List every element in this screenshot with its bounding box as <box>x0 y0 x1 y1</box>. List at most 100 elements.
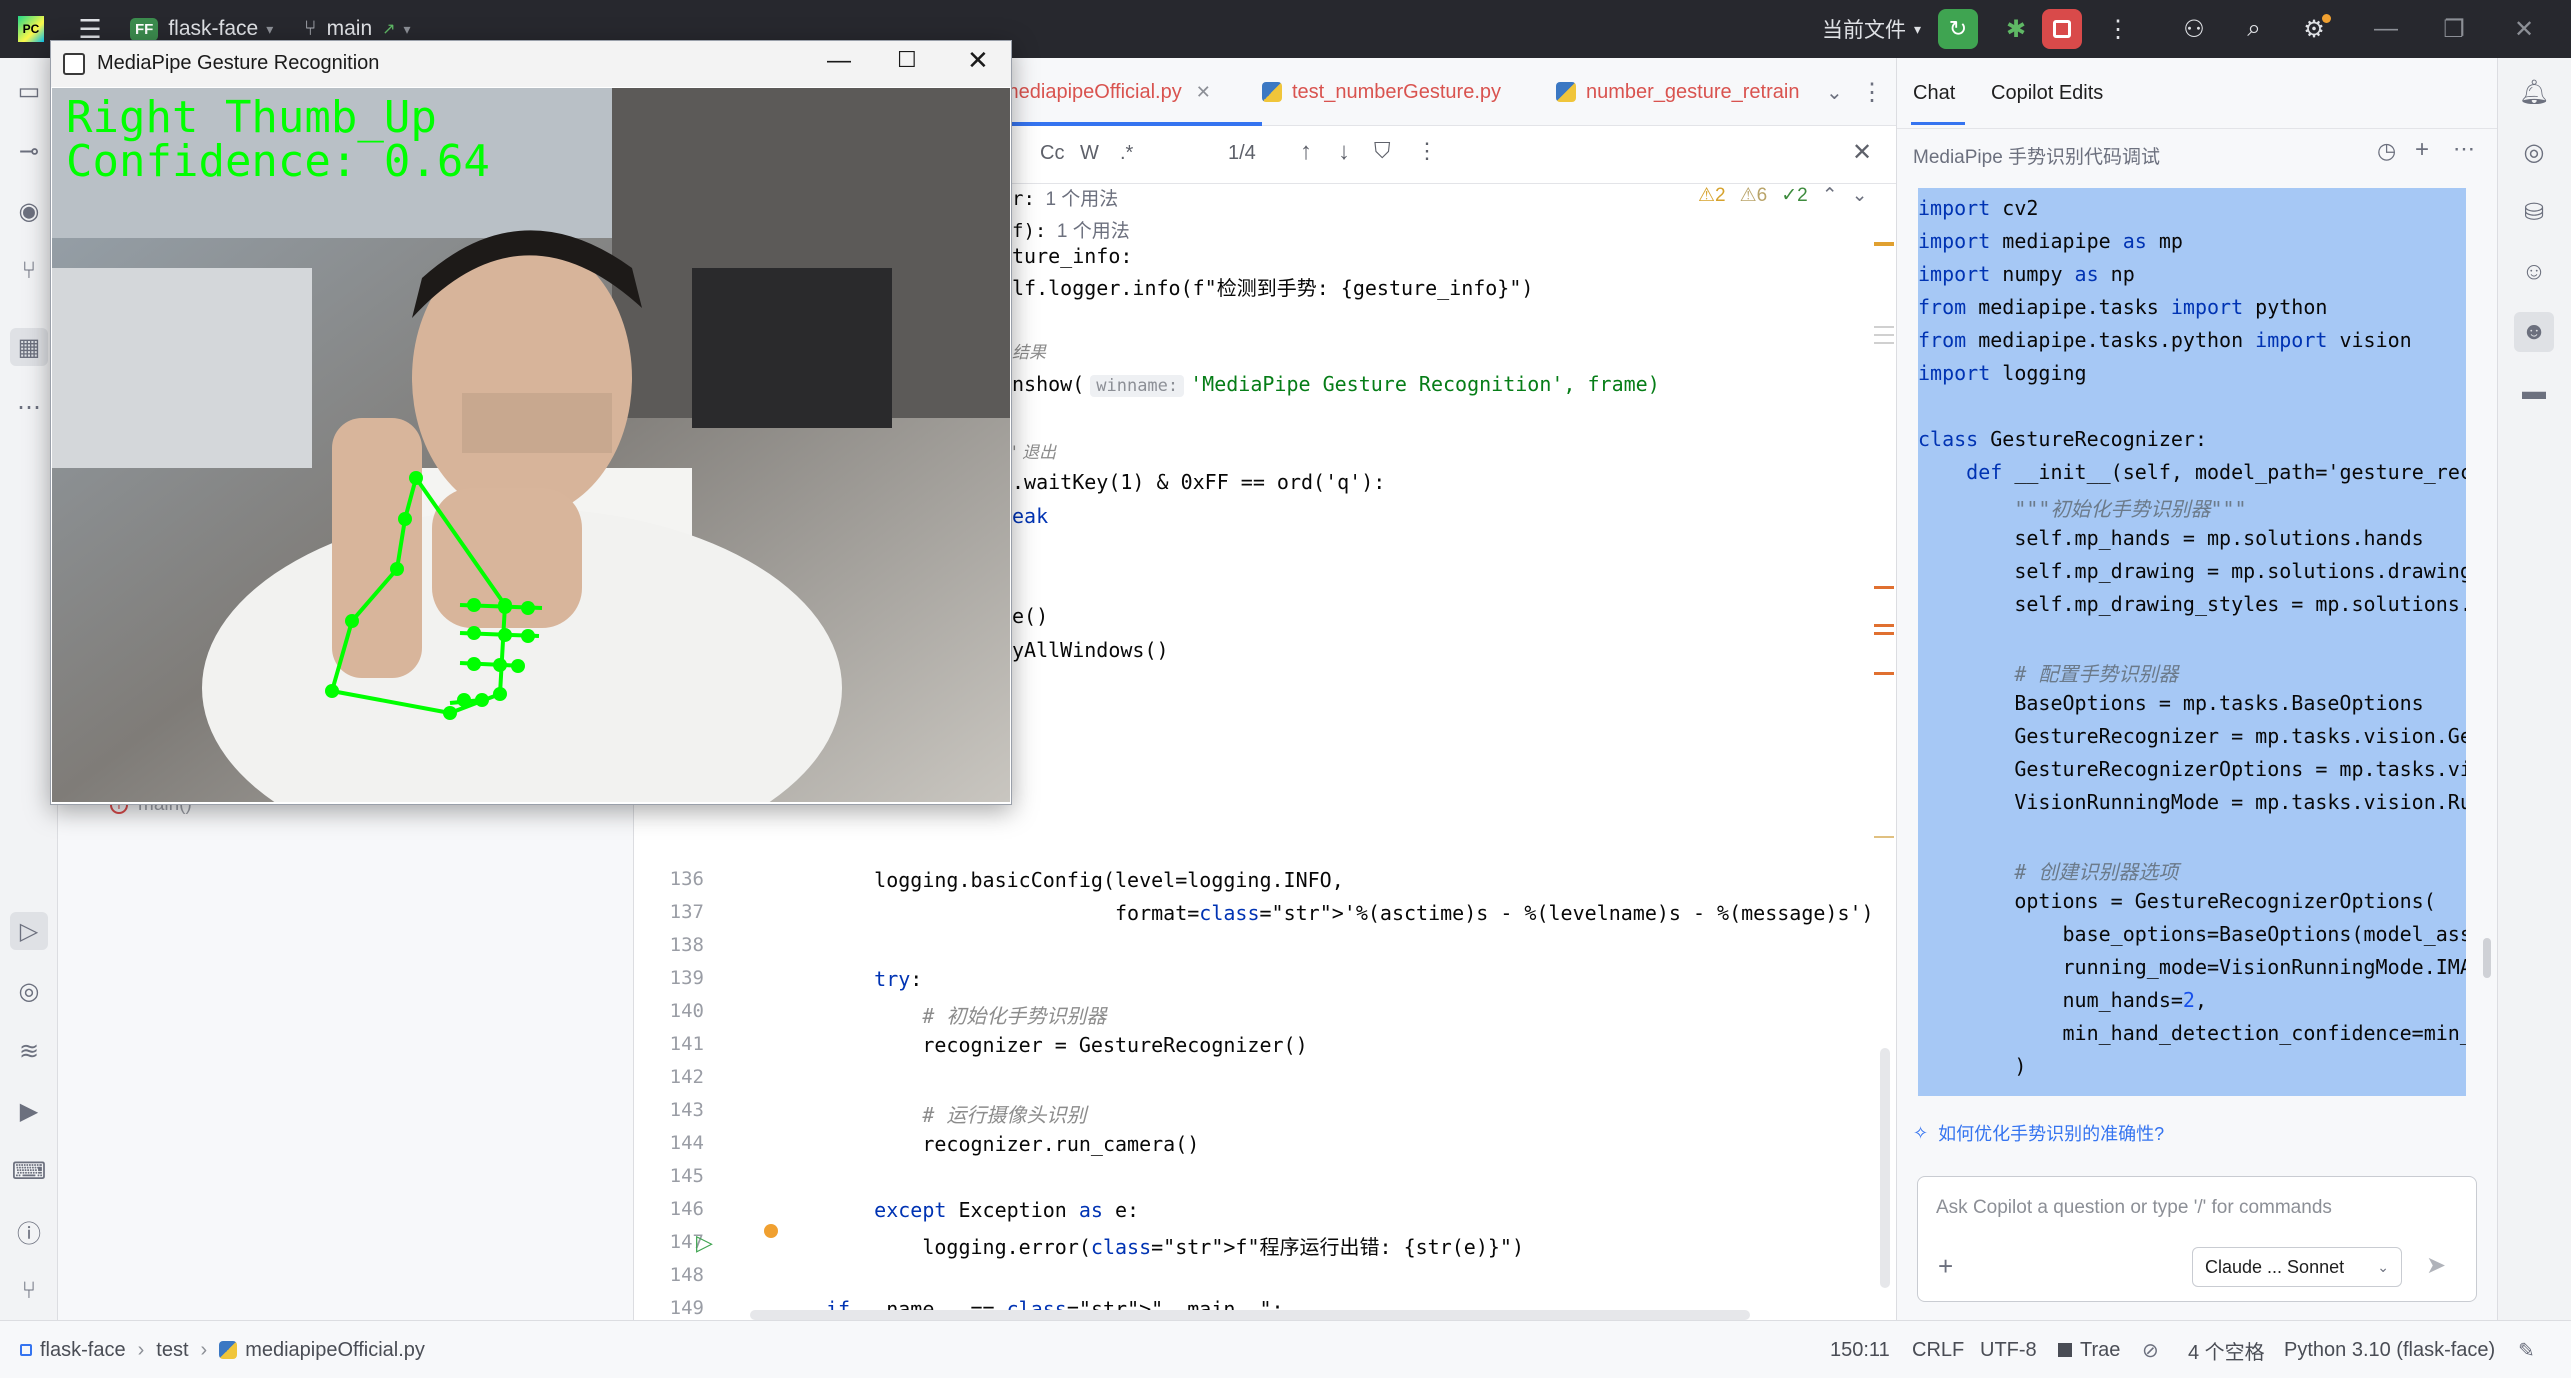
close-tab-icon[interactable]: ✕ <box>1196 82 1211 103</box>
code-comment[interactable]: ' 退出 <box>1012 438 1056 463</box>
copilot-active-icon[interactable]: ☻ <box>2514 312 2554 352</box>
copilot-code-line[interactable]: BaseOptions = mp.tasks.BaseOptions <box>1918 691 2466 715</box>
tab-chat[interactable]: Chat <box>1913 58 1955 128</box>
copilot-code-line[interactable]: self.mp_drawing_styles = mp.solutions. <box>1918 592 2466 616</box>
code-line[interactable]: try: <box>826 967 922 991</box>
code-line[interactable]: recognizer = GestureRecognizer() <box>826 1033 1307 1057</box>
copilot-code-line[interactable]: """初始化手势识别器""" <box>1918 493 2466 522</box>
close-button[interactable]: ✕ <box>967 45 989 76</box>
chat-input[interactable]: Ask Copilot a question or type '/' for c… <box>1936 1197 2332 1219</box>
line-ending[interactable]: CRLF <box>1912 1321 1964 1378</box>
stripe-mark[interactable] <box>1874 624 1894 627</box>
copilot-code-line[interactable]: import mediapipe as mp <box>1918 229 2466 253</box>
copilot-code-line[interactable]: GestureRecognizerOptions = mp.tasks.vi <box>1918 757 2466 781</box>
code-line[interactable]: yAllWindows() <box>1012 638 1169 662</box>
copilot-code-line[interactable]: ) <box>1918 1054 2466 1078</box>
notifications-icon[interactable]: 🔔︎ <box>2514 72 2554 112</box>
chevron-down-icon[interactable]: ⌄ <box>1852 184 1868 207</box>
copilot-code-line[interactable]: # 创建识别器选项 <box>1918 856 2466 885</box>
project-folder-icon[interactable]: ▭ <box>10 72 48 110</box>
services-icon[interactable]: ▶ <box>10 1092 48 1130</box>
more-vertical-icon[interactable]: ⋮ <box>1860 58 1884 126</box>
copilot-code-line[interactable]: GestureRecognizer = mp.tasks.vision.Ge <box>1918 724 2466 748</box>
usage-hint[interactable]: r: 1 个用法 <box>1012 184 1118 211</box>
send-icon[interactable]: ➤ <box>2426 1251 2446 1280</box>
minimize-button[interactable]: — <box>2356 0 2416 58</box>
settings-icon[interactable]: ⚙ <box>2294 0 2334 58</box>
run-tool-icon[interactable]: ▷ <box>10 912 48 950</box>
copilot-code-line[interactable]: # 配置手势识别器 <box>1918 658 2466 687</box>
copilot-code-line[interactable]: from mediapipe.tasks import python <box>1918 295 2466 319</box>
horizontal-scrollbar[interactable] <box>750 1310 1750 1320</box>
stripe-mark[interactable] <box>1874 672 1894 675</box>
copilot-code-line[interactable]: import logging <box>1918 361 2466 385</box>
code-line[interactable]: logging.basicConfig(level=logging.INFO, <box>826 868 1344 892</box>
chevron-up-icon[interactable]: ⌃ <box>1822 184 1838 207</box>
copilot-code-line[interactable]: options = GestureRecognizerOptions( <box>1918 889 2466 913</box>
copilot-code-line[interactable]: import cv2 <box>1918 196 2466 220</box>
next-match-icon[interactable]: ↓ <box>1338 138 1350 166</box>
previous-match-icon[interactable]: ↑ <box>1300 138 1312 166</box>
read-only-icon[interactable]: ✎ <box>2518 1321 2535 1378</box>
copilot-code-line[interactable]: def __init__(self, model_path='gesture_r… <box>1918 460 2466 484</box>
file-encoding[interactable]: UTF-8 <box>1980 1321 2037 1378</box>
code-line[interactable]: recognizer.run_camera() <box>826 1132 1199 1156</box>
filter-icon[interactable]: ⛉ <box>1374 138 1391 164</box>
add-user-icon[interactable]: ⚇ <box>2174 0 2214 58</box>
camera-window-titlebar[interactable]: MediaPipe Gesture Recognition — ☐ ✕ <box>51 41 1011 87</box>
more-vertical-icon[interactable]: ⋮ <box>2098 0 2138 58</box>
copilot-code-line[interactable]: from mediapipe.tasks.python import visio… <box>1918 328 2466 352</box>
copilot-code-line[interactable]: num_hands=2, <box>1918 988 2466 1012</box>
app-logo[interactable]: PC <box>16 0 46 58</box>
code-line[interactable]: nshow(winname: 'MediaPipe Gesture Recogni… <box>1012 372 1660 397</box>
run-gutter-icon[interactable]: ▷ <box>696 1230 713 1256</box>
tab-mediapipe-official[interactable]: mediapipeOfficial.py ✕ <box>1002 58 1211 126</box>
chat-scrollbar[interactable] <box>2483 938 2491 978</box>
whole-word-toggle[interactable]: W <box>1080 142 1099 165</box>
intention-bulb-icon[interactable] <box>764 1224 778 1238</box>
copilot-chat-icon[interactable]: ☺ <box>2514 252 2554 292</box>
copilot-code-line[interactable]: class GestureRecognizer: <box>1918 427 2466 451</box>
camera-window[interactable]: MediaPipe Gesture Recognition — ☐ ✕ Righ… <box>50 40 1012 805</box>
history-icon[interactable]: ◷ <box>2377 138 2396 164</box>
ai-assistant-icon[interactable]: ◎ <box>2514 132 2554 172</box>
vertical-scrollbar[interactable] <box>1880 1048 1890 1288</box>
copilot-code-line[interactable]: self.mp_hands = mp.solutions.hands <box>1918 526 2466 550</box>
minimize-button[interactable]: — <box>827 47 851 75</box>
search-icon[interactable]: ⌕ <box>2234 0 2274 58</box>
code-line[interactable]: # 初始化手势识别器 <box>826 1000 1106 1029</box>
code-line[interactable]: logging.error(class="str">f"程序运行出错: {str… <box>826 1231 1524 1260</box>
code-line[interactable]: except Exception as e: <box>826 1198 1139 1222</box>
copilot-icon[interactable]: ◉ <box>10 192 48 230</box>
more-horizontal-icon[interactable]: ⋯ <box>2453 136 2475 162</box>
code-line[interactable]: .waitKey(1) & 0xFF == ord('q'): <box>1012 470 1385 494</box>
maximize-button[interactable]: ❐ <box>2424 0 2484 58</box>
code-line[interactable]: format=class="str">'%(asctime)s - %(leve… <box>826 901 1874 925</box>
python-console-icon[interactable]: ◎ <box>10 972 48 1010</box>
structure-icon[interactable]: ▦ <box>10 328 48 366</box>
database-icon[interactable]: ⛁ <box>2514 192 2554 232</box>
code-line[interactable]: # 运行摄像头识别 <box>826 1099 1086 1128</box>
code-line[interactable]: eak <box>1012 504 1048 528</box>
breadcrumb-item[interactable]: test <box>156 1339 188 1362</box>
breadcrumb-item[interactable]: flask-face <box>40 1339 126 1362</box>
attach-icon[interactable]: + <box>1938 1251 1953 1282</box>
model-selector[interactable]: Claude ... Sonnet ⌄ <box>2192 1247 2402 1287</box>
debug-icon[interactable]: ✱ <box>1996 0 2036 58</box>
tab-list-chevron-icon[interactable]: ⌄ <box>1826 58 1843 126</box>
stripe-mark[interactable] <box>1874 836 1894 838</box>
problems-icon[interactable]: ⓘ <box>10 1212 48 1250</box>
usage-hint[interactable]: f): 1 个用法 <box>1012 216 1130 243</box>
code-line[interactable]: e() <box>1012 604 1048 628</box>
new-chat-icon[interactable]: + <box>2415 136 2429 164</box>
more-vertical-icon[interactable]: ⋮ <box>1416 138 1438 164</box>
tab-number-gesture-retrain[interactable]: number_gesture_retrain <box>1556 58 1826 126</box>
caret-position[interactable]: 150:11 <box>1830 1321 1890 1378</box>
layers-icon[interactable]: ≋ <box>10 1032 48 1070</box>
maximize-button[interactable]: ☐ <box>897 47 917 73</box>
match-case-toggle[interactable]: Cc <box>1040 142 1064 165</box>
code-comment[interactable]: 结果 <box>1012 338 1046 363</box>
tab-test-number-gesture[interactable]: test_numberGesture.py <box>1262 58 1501 126</box>
stripe-mark[interactable] <box>1874 342 1894 344</box>
inspection-widget[interactable]: ⚠2 ⚠6 ✓2 ⌃ ⌄ <box>1698 184 1868 207</box>
